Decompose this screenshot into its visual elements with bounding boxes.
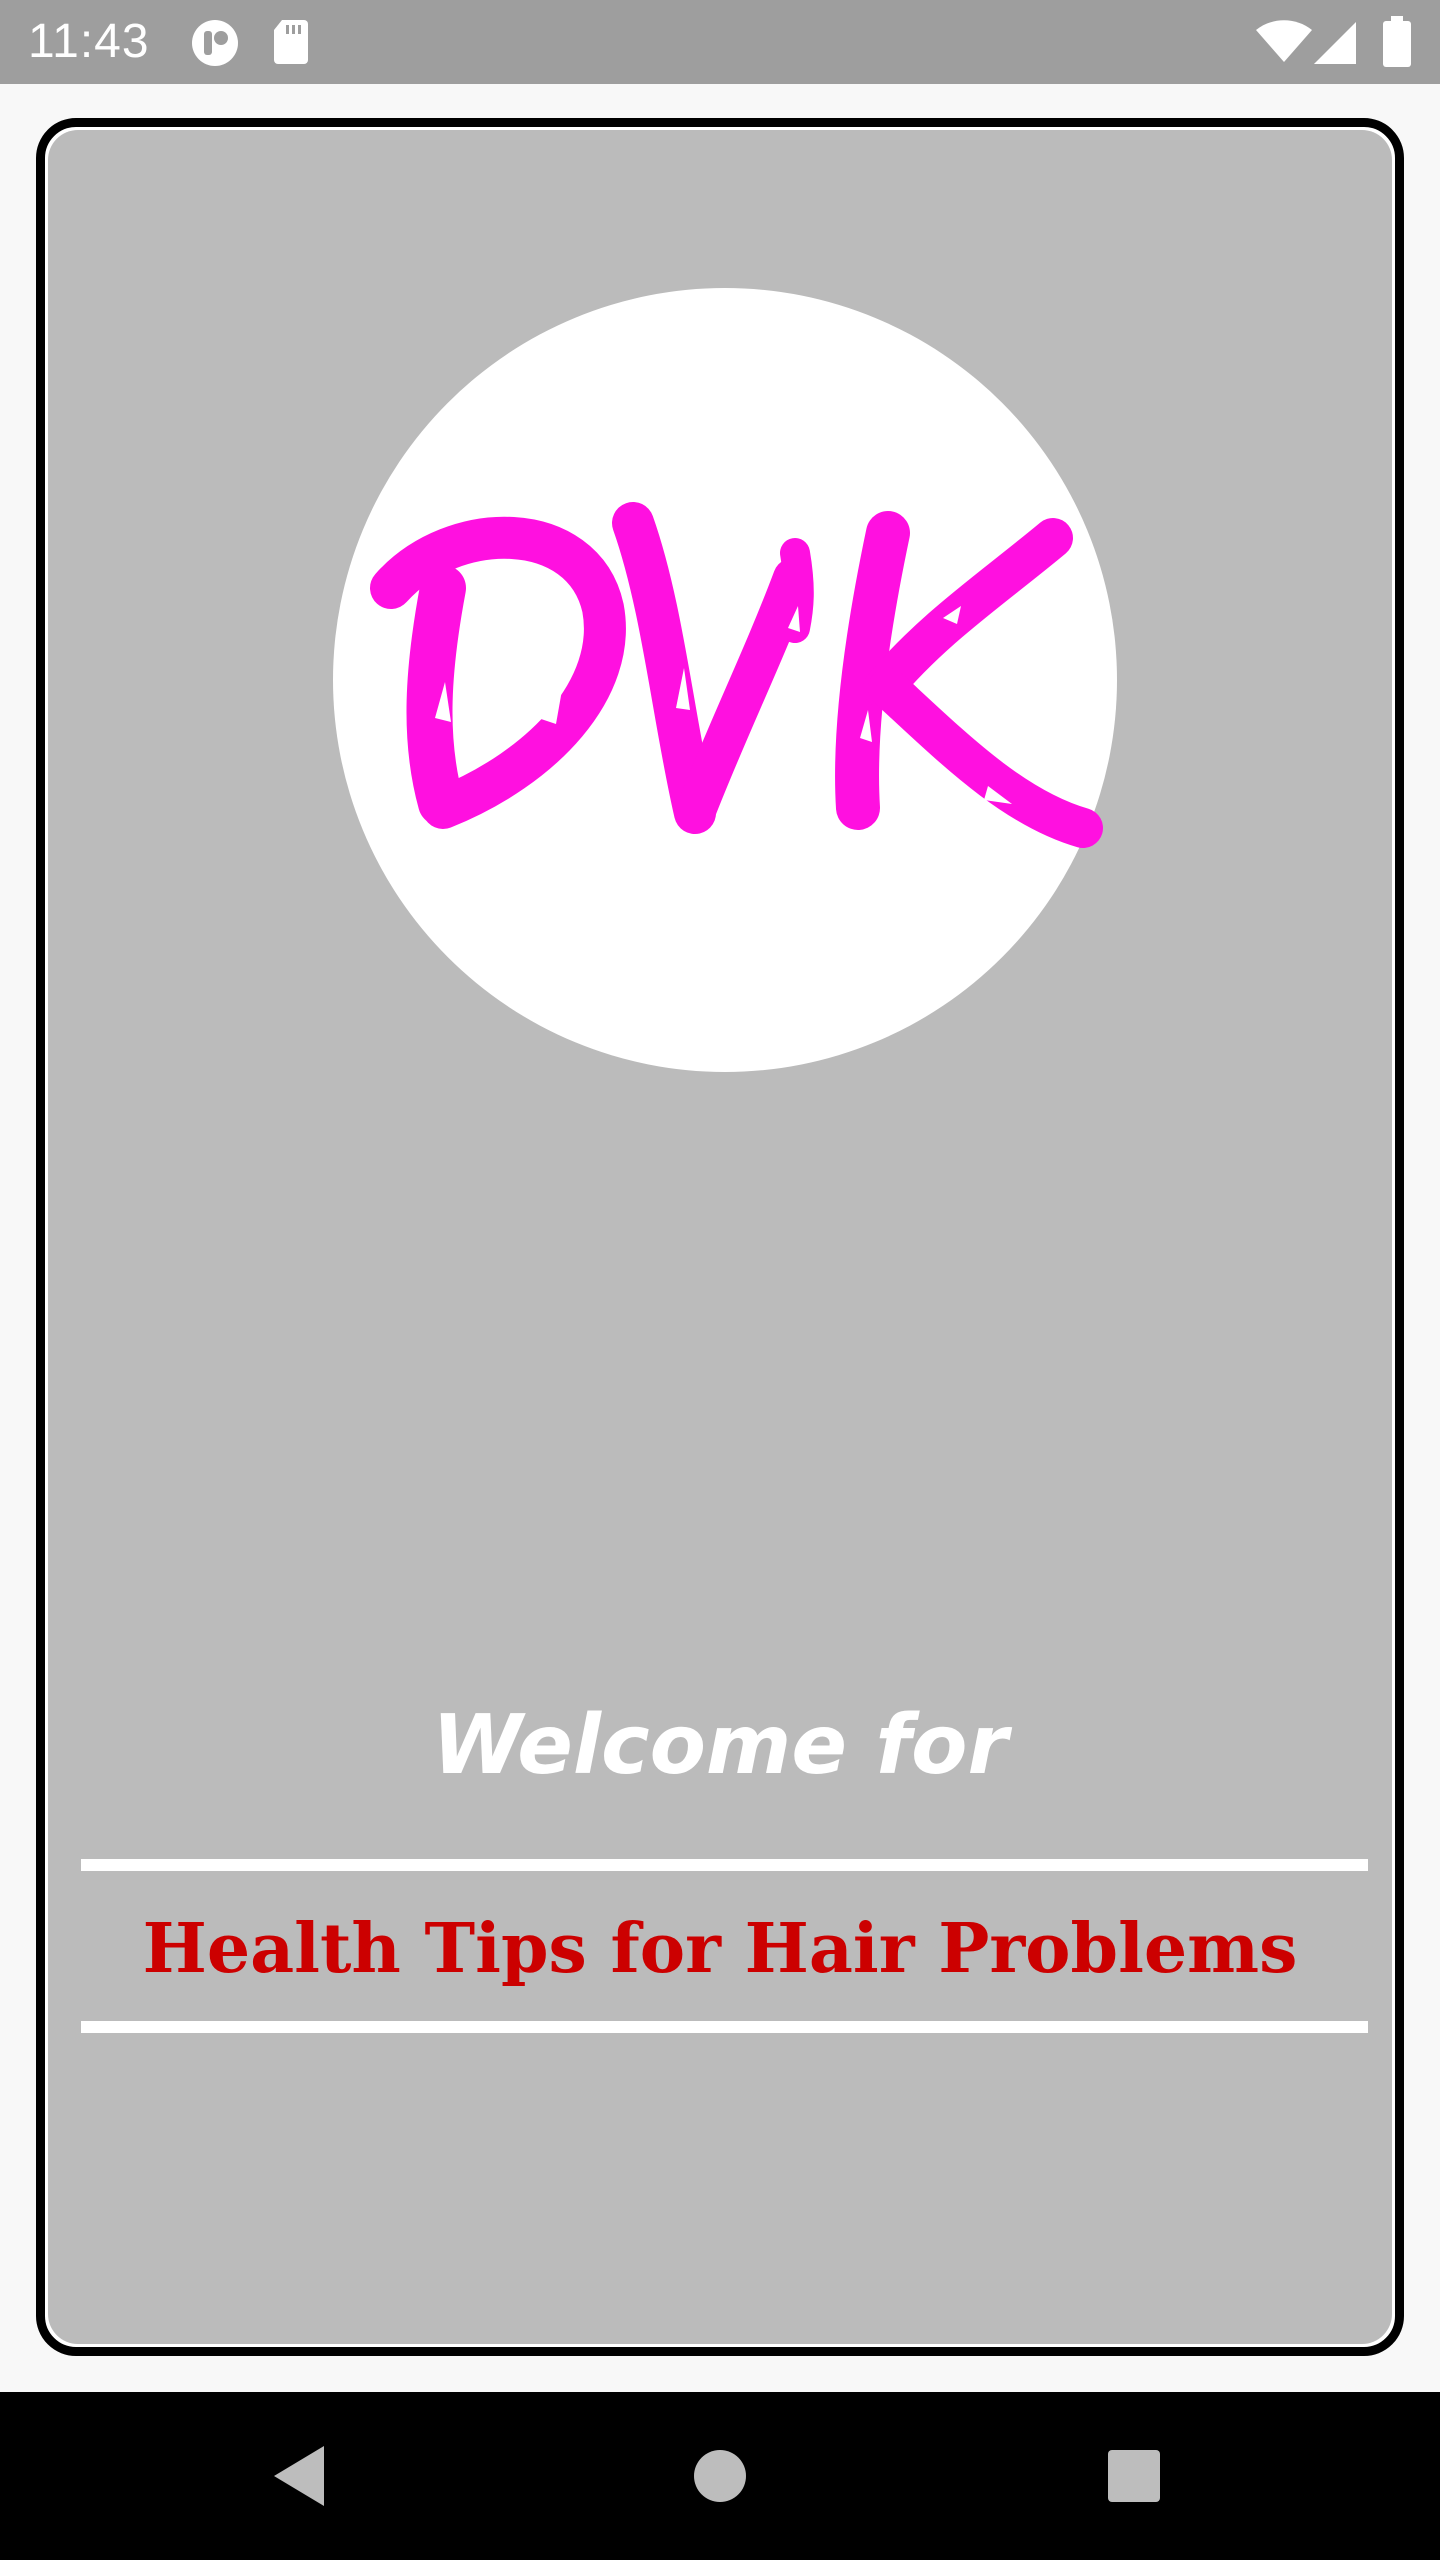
app-notification-icon <box>190 18 240 72</box>
divider-top <box>81 1859 1368 1871</box>
card-content: Welcome for Health Tips for Hair Problem… <box>48 130 1392 2344</box>
welcome-card: Welcome for Health Tips for Hair Problem… <box>36 118 1404 2356</box>
dvk-logo <box>333 288 1117 1072</box>
wifi-icon <box>1255 20 1313 68</box>
status-time: 11:43 <box>28 15 150 68</box>
recents-icon[interactable] <box>1094 2436 1174 2516</box>
back-icon[interactable] <box>262 2436 342 2516</box>
navigation-bar <box>0 2392 1440 2560</box>
divider-bottom <box>81 2021 1368 2033</box>
home-icon[interactable] <box>680 2436 760 2516</box>
app-subtitle: Health Tips for Hair Problems <box>142 1909 1298 1989</box>
battery-icon <box>1382 16 1412 72</box>
sd-card-icon <box>272 18 310 70</box>
status-bar: 11:43 <box>0 0 1440 84</box>
cellular-signal-icon <box>1312 20 1358 70</box>
welcome-heading: Welcome for <box>432 1698 1008 1793</box>
